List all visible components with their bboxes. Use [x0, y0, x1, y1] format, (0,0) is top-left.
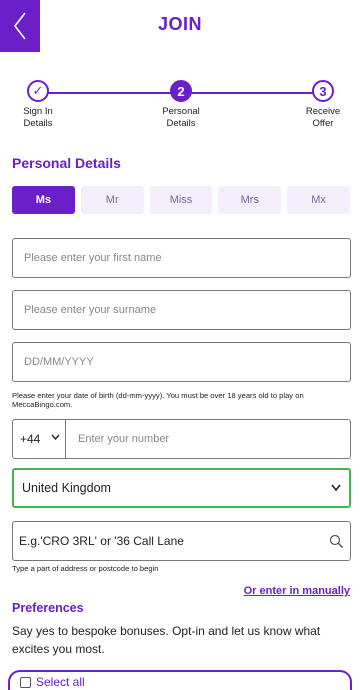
select-all-checkbox[interactable]	[20, 676, 31, 688]
select-all-panel: Select all	[8, 670, 352, 690]
title-option-mrs[interactable]: Mrs	[218, 186, 282, 214]
preferences-description: Say yes to bespoke bonuses. Opt-in and l…	[12, 624, 321, 656]
address-search-input[interactable]: E.g.'CRO 3RL' or '36 Call Lane	[12, 521, 351, 561]
chevron-down-icon	[331, 484, 341, 491]
search-icon[interactable]	[329, 534, 344, 549]
title-option-mr[interactable]: Mr	[80, 186, 144, 214]
dob-help-text: Please enter your date of birth (dd-mm-y…	[12, 391, 304, 409]
step-label: Receive Offer	[305, 106, 341, 129]
surname-input[interactable]: Please enter your surname	[12, 290, 351, 330]
select-all-label: Select all	[36, 675, 85, 689]
date-of-birth-input[interactable]: DD/MM/YYYY	[12, 342, 351, 382]
country-value: United Kingdom	[22, 481, 111, 495]
step-receive-offer: 3 Receive Offer	[288, 80, 358, 130]
first-name-input[interactable]: Please enter your first name	[12, 238, 351, 278]
step-sign-in: ✓ Sign In Details	[3, 80, 73, 130]
title-option-miss[interactable]: Miss	[149, 186, 213, 214]
step-number: 2	[170, 80, 192, 102]
step-completed-check-icon: ✓	[27, 80, 49, 102]
progress-stepper: ✓ Sign In Details 2 Personal Details 3 Rec…	[0, 80, 360, 140]
enter-address-manually-link[interactable]: Or enter in manually	[244, 585, 350, 597]
select-all-row[interactable]: Select all	[20, 675, 89, 689]
phone-number-input[interactable]: Enter your number	[66, 420, 350, 458]
chevron-down-icon	[51, 434, 60, 440]
title-option-ms[interactable]: Ms	[12, 186, 75, 214]
title-option-mx[interactable]: Mx	[287, 186, 350, 214]
title-selector: Ms Mr Miss Mrs Mx	[12, 186, 350, 214]
country-code-select[interactable]: +44	[13, 420, 66, 458]
page-title: JOIN	[157, 14, 202, 34]
section-heading-personal-details: Personal Details	[12, 155, 121, 171]
step-number: 3	[312, 80, 334, 102]
step-personal-details: 2 Personal Details	[146, 80, 216, 130]
header: JOIN	[0, 0, 360, 52]
step-label: Sign In Details	[23, 106, 53, 129]
country-select[interactable]: United Kingdom	[12, 468, 351, 508]
section-heading-preferences: Preferences	[12, 601, 84, 615]
address-help-text: Type a part of address or postcode to be…	[12, 564, 159, 573]
country-code-value: +44	[20, 432, 41, 446]
phone-field: +44 Enter your number	[12, 419, 351, 459]
address-value: E.g.'CRO 3RL' or '36 Call Lane	[19, 534, 184, 548]
step-label: Personal Details	[162, 106, 200, 129]
